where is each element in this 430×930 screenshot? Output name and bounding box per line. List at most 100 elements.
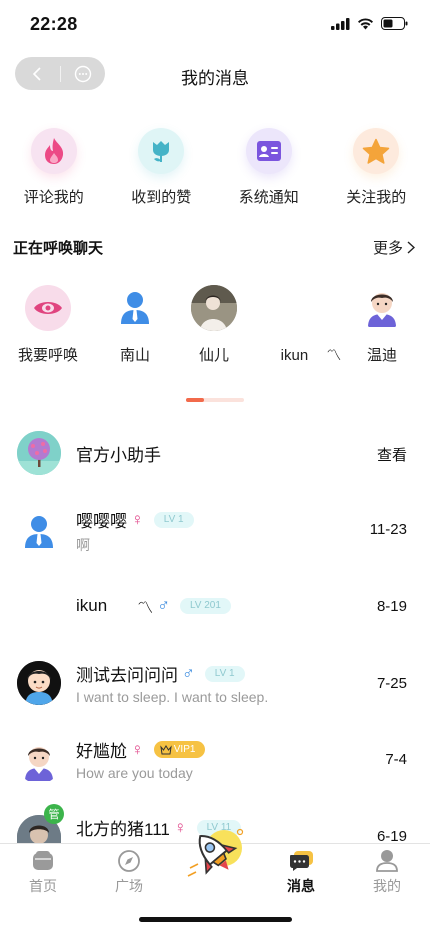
calling-header: 正在呼唤聊天 更多 (13, 237, 415, 257)
user-icon (376, 850, 398, 872)
status-bar: 22:28 (0, 0, 430, 50)
list-item[interactable]: 测试去问问问 ♂ LV 1 I want to sleep. I want to… (0, 661, 430, 721)
call-label: 温迪 (366, 347, 397, 364)
compass-icon (118, 850, 140, 872)
message-name-line: 官方小助手 (76, 441, 161, 466)
tab-label: 我的 (373, 878, 401, 894)
message-name: 好尴尬 (76, 742, 127, 761)
quick-label: 系统通知 (238, 189, 299, 206)
quick-label: 关注我的 (346, 189, 407, 206)
call-item-xianer[interactable]: 仙儿 (174, 285, 254, 365)
vip-badge: VIP1 (153, 741, 206, 758)
home-icon (33, 851, 53, 870)
more-label: 更多 (372, 240, 403, 257)
message-name-line: ikun 〽 ♂ LV 201 (76, 594, 231, 618)
message-name: 官方小助手 (76, 446, 161, 465)
calling-title: 正在呼唤聊天 (13, 240, 104, 257)
call-label: ikun 〽 (281, 344, 342, 365)
tab-messages[interactable]: 消息 (258, 849, 344, 896)
level-badge: LV 1 (153, 511, 194, 528)
tulip-icon (138, 128, 185, 174)
name-decoration: 〽 (137, 600, 154, 617)
eye-icon (25, 285, 71, 331)
level-badge: LV 1 (204, 665, 245, 682)
nav-bar: 我的消息 (0, 55, 430, 93)
message-preview: 啊 (76, 537, 90, 553)
battery-icon (381, 17, 408, 30)
crown-icon (160, 744, 172, 754)
call-item-wendi[interactable]: 温迪 (342, 285, 422, 365)
admin-badge: 管 (44, 804, 64, 824)
message-date: 11-23 (369, 521, 407, 538)
call-label: 南山 (119, 347, 150, 364)
message-name-line: 测试去问问问 ♂ LV 1 (76, 661, 245, 686)
view-link[interactable]: 查看 (377, 444, 407, 465)
male-icon: ♂ (182, 663, 195, 683)
list-item[interactable]: ikun 〽 ♂ LV 201 8-19 (0, 594, 430, 654)
chat-bubble-icon (290, 851, 313, 871)
signal-icon (331, 17, 350, 30)
status-icons (331, 17, 408, 30)
level-badge: LV 201 (179, 598, 231, 614)
quick-notifications[interactable]: 系统通知 (215, 128, 323, 207)
female-icon: ♀ (131, 509, 144, 529)
tab-label: 广场 (115, 878, 143, 894)
message-date: 7-25 (376, 675, 407, 692)
scroll-indicator (186, 398, 244, 402)
more-link[interactable]: 更多 (373, 237, 415, 258)
quick-entries: 评论我的 收到的赞 系统通知 关注我的 (0, 128, 430, 207)
id-card-icon (245, 128, 292, 174)
scroll-indicator-thumb (186, 398, 204, 402)
tab-label: 消息 (287, 878, 315, 894)
quick-label: 评论我的 (23, 189, 84, 206)
call-label-name: ikun (280, 347, 309, 364)
person-icon (17, 510, 61, 554)
message-date: 7-4 (385, 751, 407, 768)
message-name: 嘤嘤嘤 (76, 512, 127, 531)
person-icon (112, 285, 158, 331)
cartoon-avatar (17, 661, 61, 705)
photo-avatar (191, 285, 237, 331)
call-label: 我要呼唤 (17, 347, 78, 364)
message-name: ikun (76, 596, 108, 615)
status-time: 22:28 (30, 14, 78, 34)
quick-followers[interactable]: 关注我的 (323, 128, 430, 207)
call-item-nanshan[interactable]: 南山 (95, 285, 175, 365)
flame-icon (30, 128, 77, 174)
boy-avatar (17, 740, 61, 784)
message-preview: I want to sleep. I want to sleep. (76, 689, 269, 705)
list-item[interactable]: 好尴尬 ♀ VIP1 How are you today 7-4 (0, 737, 430, 797)
message-preview: How are you today (76, 765, 193, 781)
tab-square[interactable]: 广场 (86, 849, 172, 896)
quick-likes[interactable]: 收到的赞 (108, 128, 216, 207)
tab-mine[interactable]: 我的 (344, 849, 430, 896)
tab-label: 首页 (29, 878, 57, 894)
empty-avatar (288, 285, 334, 331)
wifi-icon (358, 18, 373, 30)
tab-home[interactable]: 首页 (0, 849, 86, 896)
empty-avatar (17, 594, 61, 638)
rocket-icon[interactable] (184, 824, 250, 886)
male-icon: ♂ (157, 596, 170, 615)
vip-label: VIP1 (173, 744, 196, 755)
quick-label: 收到的赞 (131, 189, 192, 206)
list-item[interactable]: 官方小助手 查看 (0, 431, 430, 491)
page-title: 我的消息 (181, 69, 249, 88)
call-label: 仙儿 (198, 347, 229, 364)
list-item[interactable]: 嘤嘤嘤 ♀ LV 1 啊 11-23 (0, 507, 430, 567)
boy-avatar (359, 285, 405, 331)
call-item-summon[interactable]: 我要呼唤 (8, 285, 88, 365)
message-name: 测试去问问问 (76, 666, 178, 685)
call-label-extra: 〽 (326, 347, 342, 364)
female-icon: ♀ (131, 739, 144, 759)
calling-list: 我要呼唤 南山 仙儿 ikun 〽 温迪 (0, 285, 430, 365)
message-date: 8-19 (376, 598, 407, 615)
star-icon (353, 128, 400, 174)
chevron-right-icon (407, 241, 415, 254)
message-name: 北方的猪111 (76, 820, 170, 839)
message-name-line: 嘤嘤嘤 ♀ LV 1 (76, 507, 194, 532)
assistant-avatar (17, 431, 61, 475)
home-indicator (139, 917, 292, 922)
message-name-line: 好尴尬 ♀ VIP1 (76, 737, 206, 762)
quick-comments[interactable]: 评论我的 (0, 128, 108, 207)
